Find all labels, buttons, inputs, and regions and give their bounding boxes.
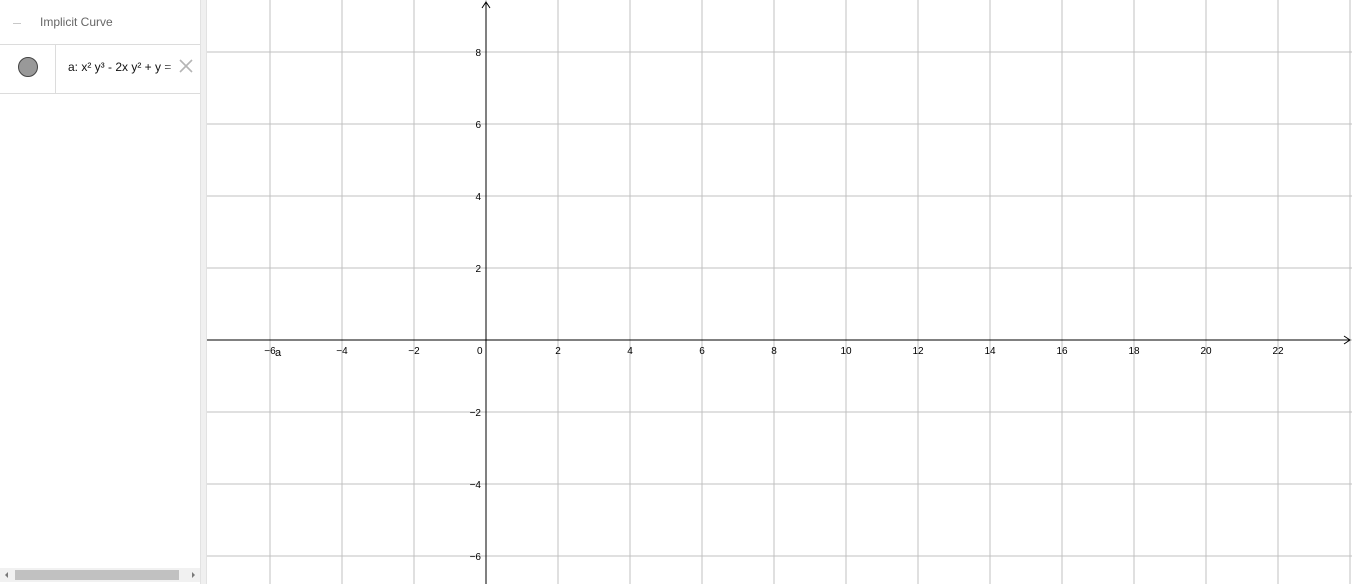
category-header: Implicit Curve bbox=[0, 0, 200, 45]
x-tick-label: 20 bbox=[1200, 346, 1212, 357]
x-tick-label: 6 bbox=[699, 346, 705, 357]
y-tick-labels: 8 6 4 2 −2 −4 −6 bbox=[470, 48, 482, 563]
x-tick-label: 14 bbox=[984, 346, 996, 357]
x-tick-label: 10 bbox=[840, 346, 852, 357]
x-tick-labels: −6 −4 −2 0 2 4 6 8 10 12 14 16 18 20 22 bbox=[264, 346, 1284, 357]
scroll-left-icon[interactable] bbox=[0, 568, 14, 582]
visibility-toggle[interactable] bbox=[0, 45, 56, 93]
panel-splitter[interactable] bbox=[200, 0, 207, 584]
y-tick-label: −4 bbox=[470, 480, 482, 491]
x-tick-label: 22 bbox=[1272, 346, 1284, 357]
x-tick-label: 8 bbox=[771, 346, 777, 357]
delete-icon[interactable] bbox=[177, 57, 195, 75]
category-title: Implicit Curve bbox=[40, 15, 113, 29]
grid-lines bbox=[207, 0, 1352, 584]
collapse-icon[interactable] bbox=[10, 17, 24, 31]
x-tick-label: −4 bbox=[336, 346, 348, 357]
object-definition[interactable]: a: x² y³ - 2x y² + y = bbox=[68, 60, 171, 74]
x-tick-label: −2 bbox=[408, 346, 420, 357]
x-tick-label: 2 bbox=[555, 346, 561, 357]
x-tick-label: 4 bbox=[627, 346, 633, 357]
coordinate-plane[interactable]: −6 −4 −2 0 2 4 6 8 10 12 14 16 18 20 22 8 6 4 2 −2 −4 −6 a bbox=[207, 0, 1352, 584]
x-tick-label: 12 bbox=[912, 346, 924, 357]
horizontal-scrollbar[interactable] bbox=[0, 568, 200, 582]
y-tick-label: 6 bbox=[475, 120, 481, 131]
algebra-object-row[interactable]: a: x² y³ - 2x y² + y = bbox=[0, 45, 200, 94]
y-tick-label: 2 bbox=[475, 264, 481, 275]
y-tick-label: 8 bbox=[475, 48, 481, 59]
scrollbar-thumb[interactable] bbox=[15, 570, 179, 580]
graphics-view[interactable]: −6 −4 −2 0 2 4 6 8 10 12 14 16 18 20 22 8 6 4 2 −2 −4 −6 a bbox=[207, 0, 1352, 584]
curve-label[interactable]: a bbox=[275, 347, 282, 359]
scroll-right-icon[interactable] bbox=[186, 568, 200, 582]
axes bbox=[207, 1, 1351, 584]
y-tick-label: −2 bbox=[470, 408, 482, 419]
marble-icon[interactable] bbox=[18, 57, 38, 77]
x-tick-label: 0 bbox=[477, 346, 483, 357]
y-tick-label: 4 bbox=[475, 192, 481, 203]
x-tick-label: 16 bbox=[1056, 346, 1068, 357]
algebra-view: Implicit Curve a: x² y³ - 2x y² + y = bbox=[0, 0, 200, 584]
y-tick-label: −6 bbox=[470, 552, 482, 563]
x-tick-label: 18 bbox=[1128, 346, 1140, 357]
